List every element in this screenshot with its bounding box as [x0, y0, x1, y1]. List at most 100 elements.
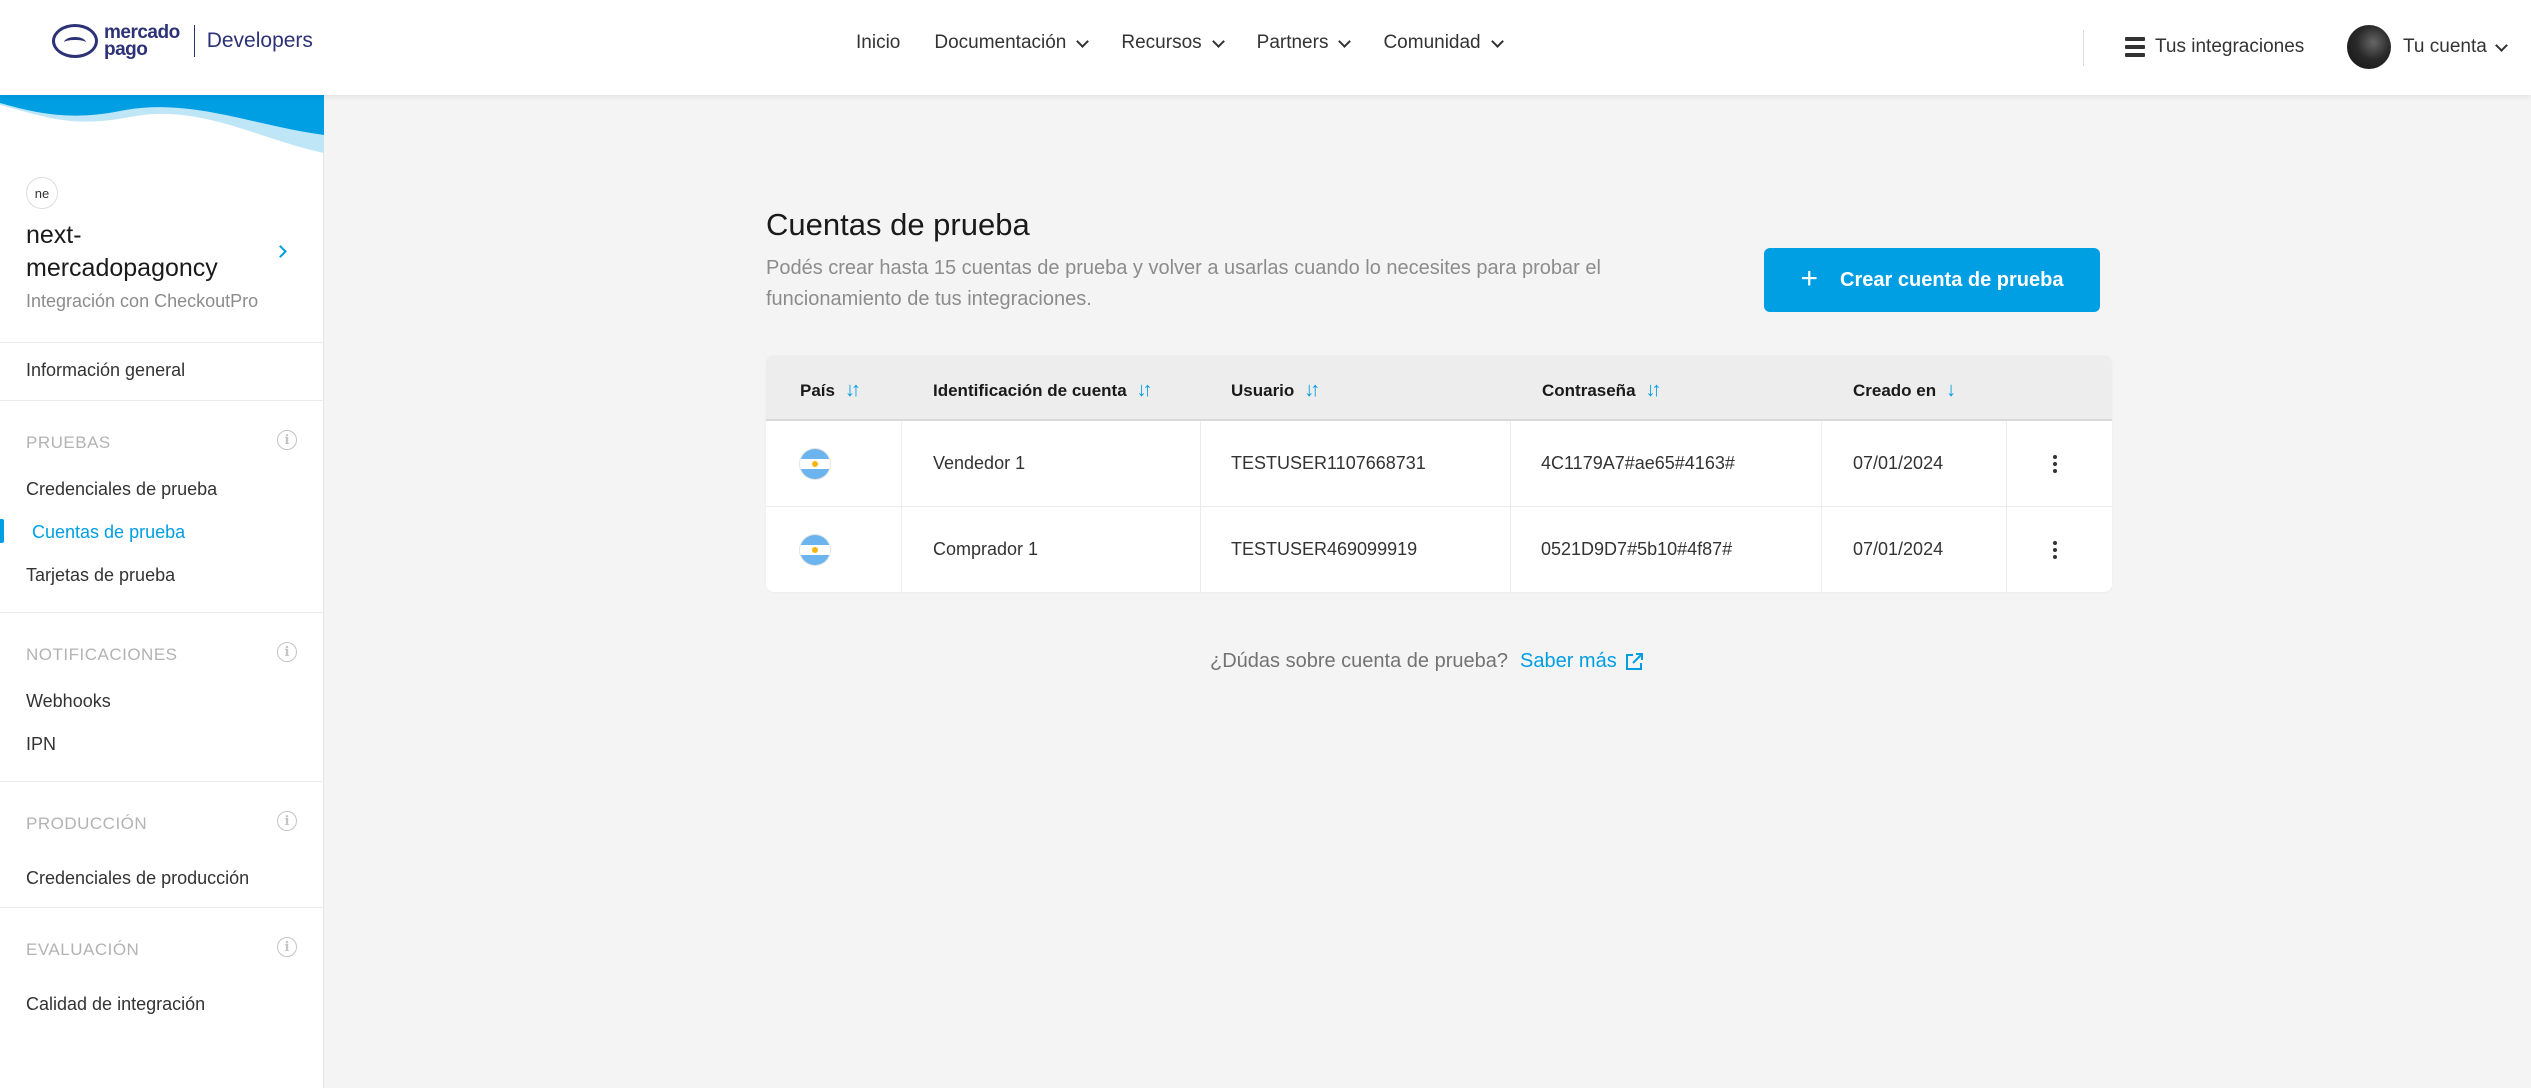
- sort-icon: ↓↑: [1136, 379, 1153, 401]
- column-label: Usuario: [1231, 380, 1295, 400]
- logo-line-2: pago: [104, 39, 148, 60]
- divider: [0, 781, 324, 782]
- sort-icon: ↓↑: [1645, 379, 1662, 401]
- column-header-usuario[interactable]: Usuario ↓↑: [1231, 379, 1320, 402]
- password-cell[interactable]: 0521D9D7#5b10#4f87#: [1541, 507, 1732, 592]
- logo-wordmark: mercado pago: [104, 23, 180, 60]
- account-label: Tu cuenta: [2403, 36, 2487, 57]
- sidebar: ne next-mercadopagoncy Integración con C…: [0, 95, 324, 1088]
- user-cell[interactable]: TESTUSER1107668731: [1231, 421, 1426, 506]
- create-button-label: Crear cuenta de prueba: [1840, 268, 2064, 291]
- nav-comunidad[interactable]: Comunidad: [1383, 32, 1504, 54]
- column-label: Creado en: [1853, 380, 1937, 400]
- column-label: País: [800, 380, 835, 400]
- more-vertical-icon[interactable]: [2049, 451, 2061, 477]
- nav-documentacion[interactable]: Documentación: [934, 32, 1090, 54]
- column-header-creado-en[interactable]: Creado en ↓: [1853, 379, 1956, 402]
- info-icon[interactable]: i: [277, 811, 297, 831]
- nav-inicio[interactable]: Inicio: [856, 32, 900, 54]
- section-title-evaluacion: EVALUACIÓN: [26, 940, 140, 959]
- divider: [0, 907, 324, 908]
- column-label: Contraseña: [1542, 380, 1636, 400]
- divider: [0, 342, 324, 343]
- sort-icon: ↓↑: [1304, 379, 1320, 401]
- argentina-flag-icon: [800, 448, 830, 479]
- page-title: Cuentas de prueba: [766, 207, 1030, 242]
- page-description: Podés crear hasta 15 cuentas de prueba y…: [766, 257, 1601, 310]
- external-link-icon: [1625, 652, 1643, 670]
- sidebar-item-webhooks[interactable]: Webhooks: [26, 691, 111, 712]
- created-cell: 07/01/2024: [1853, 539, 1944, 559]
- divider: [0, 400, 324, 401]
- logo-divider: [193, 25, 195, 57]
- country-cell: [800, 507, 830, 592]
- active-indicator: [0, 519, 4, 543]
- table-row: Vendedor 1 TESTUSER1107668731 4C1179A7#a…: [766, 421, 2112, 506]
- nav-label: Partners: [1256, 32, 1329, 53]
- main-nav: Inicio Documentación Recursos Partners C…: [856, 32, 1536, 54]
- create-test-account-button[interactable]: + Crear cuenta de prueba: [1764, 248, 2100, 312]
- avatar: [2347, 25, 2391, 69]
- nav-label: Comunidad: [1383, 32, 1481, 53]
- row-actions[interactable]: [2049, 421, 2061, 506]
- section-title-produccion: PRODUCCIÓN: [26, 814, 148, 833]
- section-title-notificaciones: NOTIFICACIONES: [26, 645, 178, 664]
- section-title-pruebas: PRUEBAS: [26, 433, 111, 452]
- sidebar-item-credenciales-de-prueba[interactable]: Credenciales de prueba: [26, 479, 217, 500]
- column-header-contrasena[interactable]: Contraseña ↓↑: [1542, 379, 1662, 402]
- top-header: mercado pago Developers Inicio Documenta…: [0, 0, 2531, 95]
- server-stack-icon: [2125, 37, 2145, 57]
- nav-partners[interactable]: Partners: [1256, 32, 1352, 54]
- column-header-identificacion[interactable]: Identificación de cuenta ↓↑: [933, 379, 1153, 402]
- chevron-down-icon: [1490, 34, 1504, 48]
- info-icon[interactable]: i: [277, 937, 297, 957]
- handshake-icon: [52, 24, 98, 58]
- more-vertical-icon[interactable]: [2049, 537, 2061, 563]
- sidebar-item-ipn[interactable]: IPN: [26, 734, 56, 755]
- nav-label: Documentación: [934, 32, 1067, 53]
- app-badge: ne: [26, 177, 58, 209]
- info-icon[interactable]: i: [277, 642, 297, 662]
- mercadopago-logo[interactable]: mercado pago Developers: [52, 23, 313, 60]
- chevron-down-icon: [2494, 38, 2508, 52]
- sidebar-item-cuentas-de-prueba[interactable]: Cuentas de prueba: [32, 522, 185, 543]
- nav-label: Recursos: [1121, 32, 1202, 53]
- logo-section-label: Developers: [206, 29, 313, 52]
- sidebar-item-calidad-de-integracion[interactable]: Calidad de integración: [26, 994, 205, 1015]
- column-header-pais[interactable]: País ↓↑: [800, 379, 861, 402]
- table-row: Comprador 1 TESTUSER469099919 0521D9D7#5…: [766, 506, 2112, 591]
- row-actions[interactable]: [2049, 507, 2061, 592]
- password-cell[interactable]: 4C1179A7#ae65#4163#: [1541, 421, 1735, 506]
- test-accounts-table: País ↓↑ Identificación de cuenta ↓↑ Usuari…: [766, 355, 2112, 592]
- plus-icon: +: [1800, 261, 1819, 295]
- user-cell[interactable]: TESTUSER469099919: [1231, 507, 1417, 592]
- divider: [0, 612, 324, 613]
- account-id-cell: Comprador 1: [933, 539, 1039, 559]
- saber-mas-link[interactable]: Saber más: [1520, 650, 1643, 673]
- table-header: País ↓↑ Identificación de cuenta ↓↑ Usuari…: [766, 355, 2112, 421]
- help-footer: ¿Dúdas sobre cuenta de prueba? Saber más: [1210, 650, 1643, 673]
- sidebar-item-credenciales-de-produccion[interactable]: Credenciales de producción: [26, 868, 249, 889]
- sidebar-item-informacion-general[interactable]: Información general: [26, 360, 185, 381]
- created-cell: 07/01/2024: [1853, 453, 1944, 473]
- help-text: ¿Dúdas sobre cuenta de prueba?: [1210, 650, 1508, 672]
- chevron-down-icon: [1211, 34, 1225, 48]
- nav-recursos[interactable]: Recursos: [1121, 32, 1225, 54]
- header-divider: [2083, 30, 2084, 66]
- help-link-label: Saber más: [1519, 650, 1617, 672]
- sort-desc-icon: ↓: [1946, 379, 1956, 401]
- sidebar-wave-decoration: [0, 95, 324, 153]
- chevron-down-icon: [1076, 34, 1090, 48]
- sidebar-item-tarjetas-de-prueba[interactable]: Tarjetas de prueba: [26, 565, 175, 586]
- tus-integraciones-button[interactable]: Tus integraciones: [2125, 36, 2304, 58]
- chevron-right-icon[interactable]: [274, 245, 287, 258]
- argentina-flag-icon: [800, 534, 830, 565]
- chevron-down-icon: [1338, 34, 1352, 48]
- account-id-cell: Vendedor 1: [933, 453, 1026, 473]
- country-cell: [800, 421, 830, 506]
- app-subtitle: Integración con CheckoutPro: [26, 291, 259, 311]
- info-icon[interactable]: i: [277, 430, 297, 450]
- integrations-label: Tus integraciones: [2155, 36, 2305, 57]
- column-label: Identificación de cuenta: [933, 380, 1127, 400]
- account-menu[interactable]: Tu cuenta: [2347, 25, 2508, 69]
